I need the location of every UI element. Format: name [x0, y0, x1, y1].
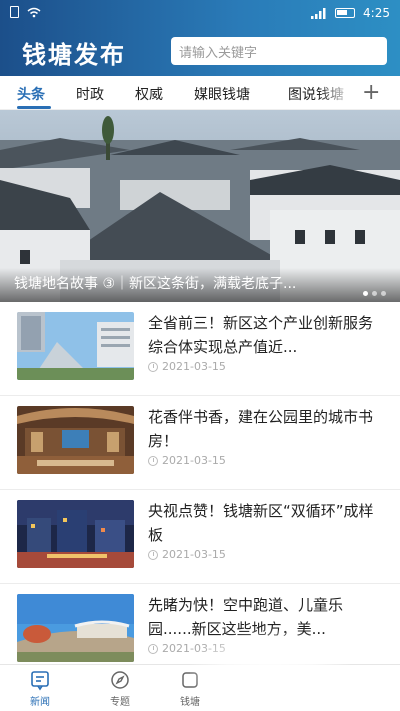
clock-icon [148, 549, 158, 560]
wifi-icon [27, 7, 41, 17]
clock-icon [148, 643, 158, 654]
search-input[interactable]: 请输入关键字 [171, 37, 387, 65]
news-item[interactable]: 花香伴书香，建在公园里的城市书房！ 2021-03-15 [0, 396, 400, 490]
news-title: 花香伴书香，建在公园里的城市书房！ [148, 408, 374, 450]
news-date: 2021-03-15 [148, 548, 226, 561]
compass-icon [111, 671, 129, 689]
tab-authority[interactable]: 权威 [135, 84, 163, 104]
status-bar: 4:25 [0, 0, 400, 26]
active-tab-indicator [17, 106, 51, 109]
news-icon [31, 671, 49, 691]
add-tab-icon[interactable]: + [362, 80, 380, 105]
news-thumbnail [17, 406, 134, 474]
news-thumbnail [17, 312, 134, 380]
clock-icon [148, 455, 158, 466]
carousel-indicator [363, 291, 386, 296]
carousel-dot[interactable] [381, 291, 386, 296]
signal-icon [311, 7, 326, 19]
news-title: 全省前三！新区这个产业创新服务综合体实现总产值近... [148, 314, 374, 356]
news-item[interactable]: 央视点赞！钱塘新区“双循环”成样板 2021-03-15 [0, 490, 400, 584]
status-time: 4:25 [363, 6, 390, 20]
news-title: 央视点赞！钱塘新区“双循环”成样板 [148, 502, 374, 544]
tab-headlines[interactable]: 头条 [17, 84, 45, 104]
app-header: 4:25 钱塘发布 请输入关键字 [0, 0, 400, 76]
tab-politics[interactable]: 时政 [76, 84, 104, 104]
category-tabs: 头条 时政 权威 媒眼钱塘 图说钱塘 + [0, 76, 400, 110]
app-brand-logo: 钱塘发布 [22, 40, 126, 69]
tab-media-qiantang[interactable]: 媒眼钱塘 [194, 84, 250, 104]
news-date: 2021-03-15 [148, 360, 226, 373]
clock-icon [148, 361, 158, 372]
headline-banner[interactable]: 钱塘地名故事 ③｜新区这条街，满载老底子... [0, 110, 400, 302]
carousel-dot[interactable] [372, 291, 377, 296]
news-date: 2021-03-15 [148, 454, 226, 467]
news-thumbnail [17, 594, 134, 662]
banner-caption[interactable]: 钱塘地名故事 ③｜新区这条街，满载老底子... [14, 273, 364, 293]
screen-glare [190, 630, 350, 711]
sim-icon [10, 6, 19, 18]
news-thumbnail [17, 500, 134, 568]
news-item[interactable]: 全省前三！新区这个产业创新服务综合体实现总产值近... 2021-03-15 [0, 302, 400, 396]
carousel-dot[interactable] [363, 291, 368, 296]
battery-icon [335, 8, 356, 18]
nav-news[interactable]: 新闻 [10, 669, 70, 708]
nav-topics[interactable]: 专题 [90, 669, 150, 708]
